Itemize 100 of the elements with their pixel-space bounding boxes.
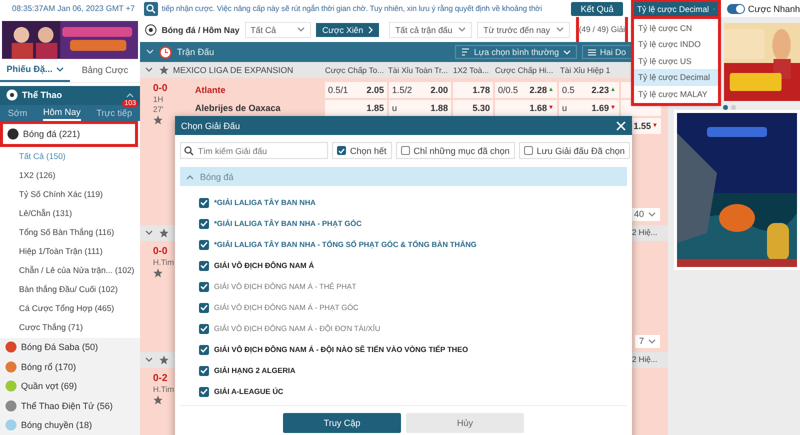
sport-item[interactable]: Bóng đá (221) (2, 122, 136, 145)
sport-tab[interactable]: Sớm (8, 104, 28, 121)
chevron-icon (368, 26, 374, 34)
carousel-dot[interactable] (723, 105, 728, 110)
more-bets-select[interactable]: 7 (634, 334, 660, 348)
star-icon (153, 395, 163, 406)
checkbox[interactable] (199, 344, 209, 354)
close-icon (616, 120, 626, 130)
team-name: Atlante (195, 84, 227, 98)
sport-item[interactable]: Quần vợt (69) (0, 376, 140, 396)
checkbox[interactable] (199, 240, 209, 250)
checkbox[interactable] (524, 146, 533, 155)
filter-select[interactable]: Tất Cả (244, 22, 312, 38)
star-icon (159, 354, 169, 365)
star-icon (159, 65, 169, 76)
odds-cell[interactable]: 0.5/1 2.05 (325, 82, 387, 98)
chevron-icon (126, 92, 134, 98)
period-filter-select[interactable]: Từ trước đến nay (477, 22, 570, 38)
breadcrumb: Bóng đá / Hôm Nay (162, 24, 240, 34)
caret-icon (556, 27, 564, 32)
menu-item[interactable]: Tỷ lệ cược INDO (633, 36, 720, 52)
sidebar-tab[interactable]: Bảng Cược (70, 58, 140, 82)
match-score: 0-0 (153, 83, 168, 94)
match-time: H.Tim (153, 385, 174, 394)
odds-cell[interactable]: u 1.88 (389, 100, 451, 116)
carousel-dot[interactable] (731, 105, 736, 110)
checkbox[interactable] (199, 260, 209, 270)
clock-icon (159, 46, 172, 59)
chevron-icon (146, 49, 154, 56)
column-header: Tài Xỉu Hiệp 1 (560, 66, 612, 75)
match-minute: 27' (153, 105, 164, 114)
column-header: 2 Hiệ... (632, 355, 658, 364)
match-score: 0-2 (153, 373, 168, 384)
list-icon (588, 48, 596, 56)
section-title: Trận Đấu (177, 47, 214, 58)
odds-cell[interactable]: 1.85 (325, 100, 387, 116)
checkbox-option[interactable]: Chọn hết (332, 142, 392, 159)
search-field[interactable]: Tìm kiếm Giải đấu (180, 142, 328, 159)
chevron-icon (145, 356, 153, 363)
caret-icon (297, 27, 306, 32)
column-header: 2 Hiệ... (632, 228, 658, 238)
star-icon (153, 268, 163, 278)
dialog-title: Chọn Giải Đấu (181, 120, 240, 130)
checkbox[interactable] (400, 146, 410, 155)
clock-text: 08:35:37AM Jan 06, 2023 GMT +7 (11, 4, 136, 13)
menu-item[interactable]: Tỷ lệ cược Decimal (633, 69, 720, 86)
caret-icon (458, 27, 466, 32)
search-button[interactable] (144, 2, 158, 16)
chevron-icon (186, 174, 194, 180)
match-time: H.Tim (153, 258, 174, 267)
odds-cell[interactable]: 5.30 (453, 100, 493, 116)
checkbox[interactable] (199, 282, 209, 292)
sidebar-tab[interactable]: Phiếu Đặ... (0, 58, 70, 82)
menu-item[interactable]: Tỷ lệ cược MALAY (633, 86, 720, 102)
column-header: Cược Chấp To... (325, 66, 385, 75)
sport-item[interactable]: Thể Thao Điện Tử (56) (0, 396, 140, 416)
ball-icon (145, 22, 157, 36)
results-button[interactable]: Kết Quả (571, 2, 624, 16)
match-score: 0-0 (153, 246, 168, 257)
layout-button[interactable]: Hai Do (582, 45, 632, 60)
odds-cell[interactable]: 1.5/2 2.00 (389, 82, 451, 98)
checkbox-option[interactable]: Lưu Giải đấu Đã chọn (518, 142, 630, 159)
ball-icon (6, 89, 18, 102)
checkbox[interactable] (199, 324, 209, 334)
star-icon (153, 115, 163, 126)
match-filter-select[interactable]: Tất cả trận đấu (389, 22, 472, 38)
caret-icon (648, 338, 656, 344)
more-bets-select[interactable]: 40 (630, 208, 660, 221)
checkbox[interactable] (199, 366, 209, 376)
checkbox[interactable] (337, 146, 346, 155)
odds-format-dropdown[interactable]: Tỷ lệ cược Decimal (633, 0, 720, 16)
chevron-icon (145, 67, 153, 74)
caret-icon (563, 50, 572, 55)
cancel-button[interactable]: Hủy (406, 413, 524, 433)
sport-item[interactable]: Bóng rổ (170) (0, 357, 140, 377)
team-name: Alebrijes de Oaxaca (195, 102, 282, 116)
sport-tab[interactable]: Trực tiếp (96, 104, 132, 121)
match-period: 1H (153, 95, 164, 104)
odds-cell[interactable]: 1.78 (453, 82, 493, 98)
star-icon (159, 228, 169, 238)
league-name: MEXICO LIGA DE EXPANSION (173, 65, 294, 76)
sport-item[interactable]: Bóng Đá Saba (50) (0, 338, 140, 358)
checkbox[interactable] (199, 218, 209, 228)
toggle-switch[interactable] (727, 4, 746, 14)
confirm-button[interactable]: Truy Cập (283, 413, 401, 433)
menu-item[interactable]: Tỷ lệ cược US (633, 52, 720, 69)
close-button[interactable] (616, 120, 626, 130)
sport-item[interactable]: Bóng chuyền (18) (0, 416, 140, 435)
checkbox[interactable] (199, 302, 209, 312)
search-icon (146, 4, 156, 14)
checkbox[interactable] (199, 386, 209, 396)
column-header: Cược Chấp Hi... (495, 66, 554, 75)
menu-item[interactable]: Tỷ lệ cược CN (633, 20, 720, 36)
caret-icon (648, 212, 656, 217)
toggle-label: Cược Nhanh (748, 4, 800, 14)
checkbox-option[interactable]: Chỉ những mục đã chọn (396, 142, 515, 159)
parlay-button[interactable]: Cược Xiên (316, 22, 380, 36)
sort-icon (461, 48, 470, 56)
checkbox[interactable] (199, 198, 209, 208)
view-select[interactable]: Lựa chọn bình thường (455, 45, 578, 60)
